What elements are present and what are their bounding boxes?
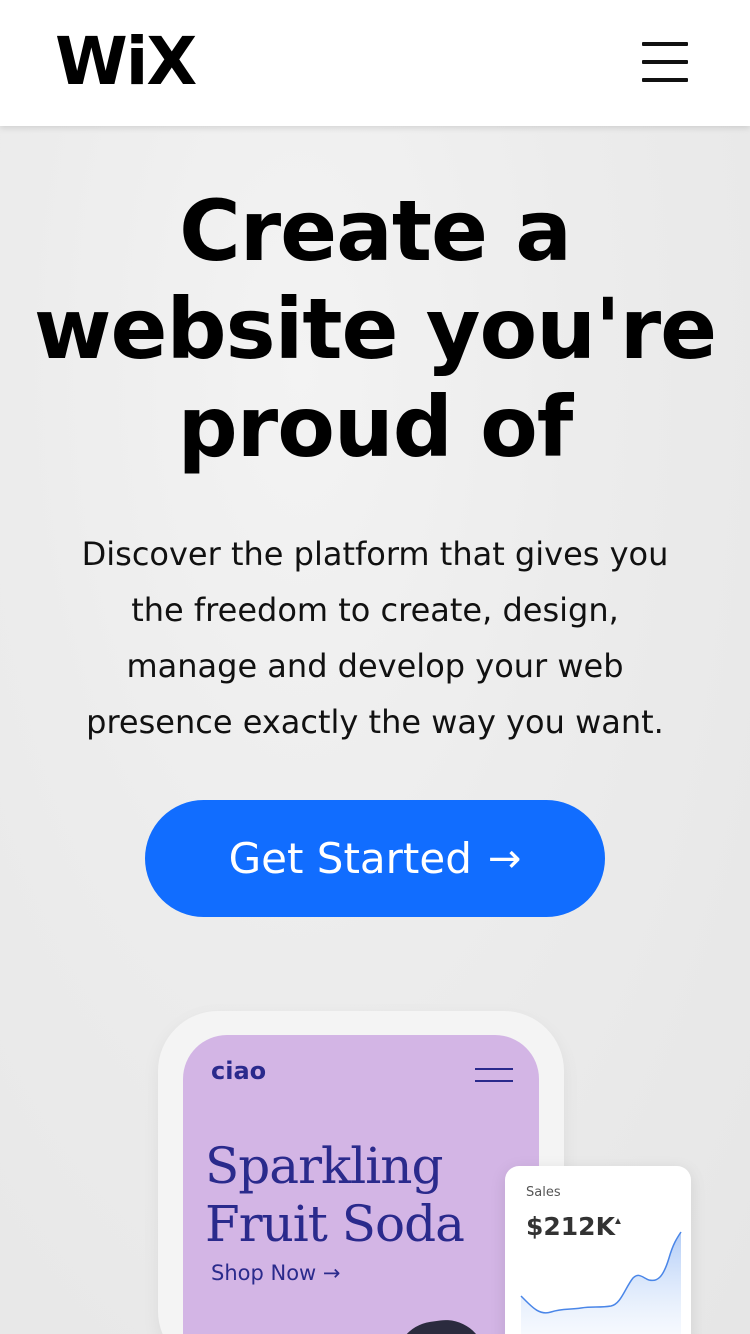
menu-bar (475, 1080, 513, 1082)
preview-brand: ciao (211, 1057, 267, 1085)
hamburger-menu-icon (475, 1066, 513, 1084)
headline-line: website you're (33, 280, 717, 378)
soda-can-image (390, 1314, 486, 1334)
hamburger-menu-icon[interactable] (640, 40, 690, 84)
sales-area (521, 1232, 681, 1334)
arrow-right-icon: → (322, 1261, 341, 1285)
subtext-line: presence exactly the way you want. (86, 703, 664, 741)
shop-now-label: Shop Now (211, 1261, 317, 1285)
subtext-line: Discover the platform that gives you (81, 535, 669, 573)
caret-up-icon: ▲ (613, 1216, 623, 1227)
subtext-line: the freedom to create, design, (131, 591, 619, 629)
preview-title-line: Fruit Soda (205, 1195, 465, 1253)
hero-headline: Create a website you're proud of (20, 182, 730, 476)
menu-bar (642, 60, 688, 64)
menu-bar (642, 42, 688, 46)
site-header: WiX (0, 0, 750, 126)
menu-bar (475, 1068, 513, 1070)
phone-mockup-screen: ciao Sparkling Fruit Soda Shop Now → (183, 1035, 539, 1334)
get-started-label: Get Started (228, 834, 472, 883)
hero-subtext: Discover the platform that gives you the… (40, 526, 710, 750)
arrow-right-icon: → (487, 835, 522, 882)
sales-card: Sales $212K ▲ (505, 1166, 691, 1334)
headline-line: proud of (177, 378, 574, 476)
sales-line-chart (520, 1231, 682, 1334)
preview-title-line: Sparkling (205, 1137, 443, 1195)
menu-bar (642, 78, 688, 82)
preview-title: Sparkling Fruit Soda (205, 1137, 525, 1253)
shop-now-link: Shop Now → (211, 1261, 341, 1285)
sales-label: Sales (526, 1185, 561, 1200)
wix-logo[interactable]: WiX (55, 26, 197, 98)
headline-line: Create a (179, 182, 572, 280)
get-started-button[interactable]: Get Started → (145, 800, 605, 917)
subtext-line: manage and develop your web (126, 647, 624, 685)
